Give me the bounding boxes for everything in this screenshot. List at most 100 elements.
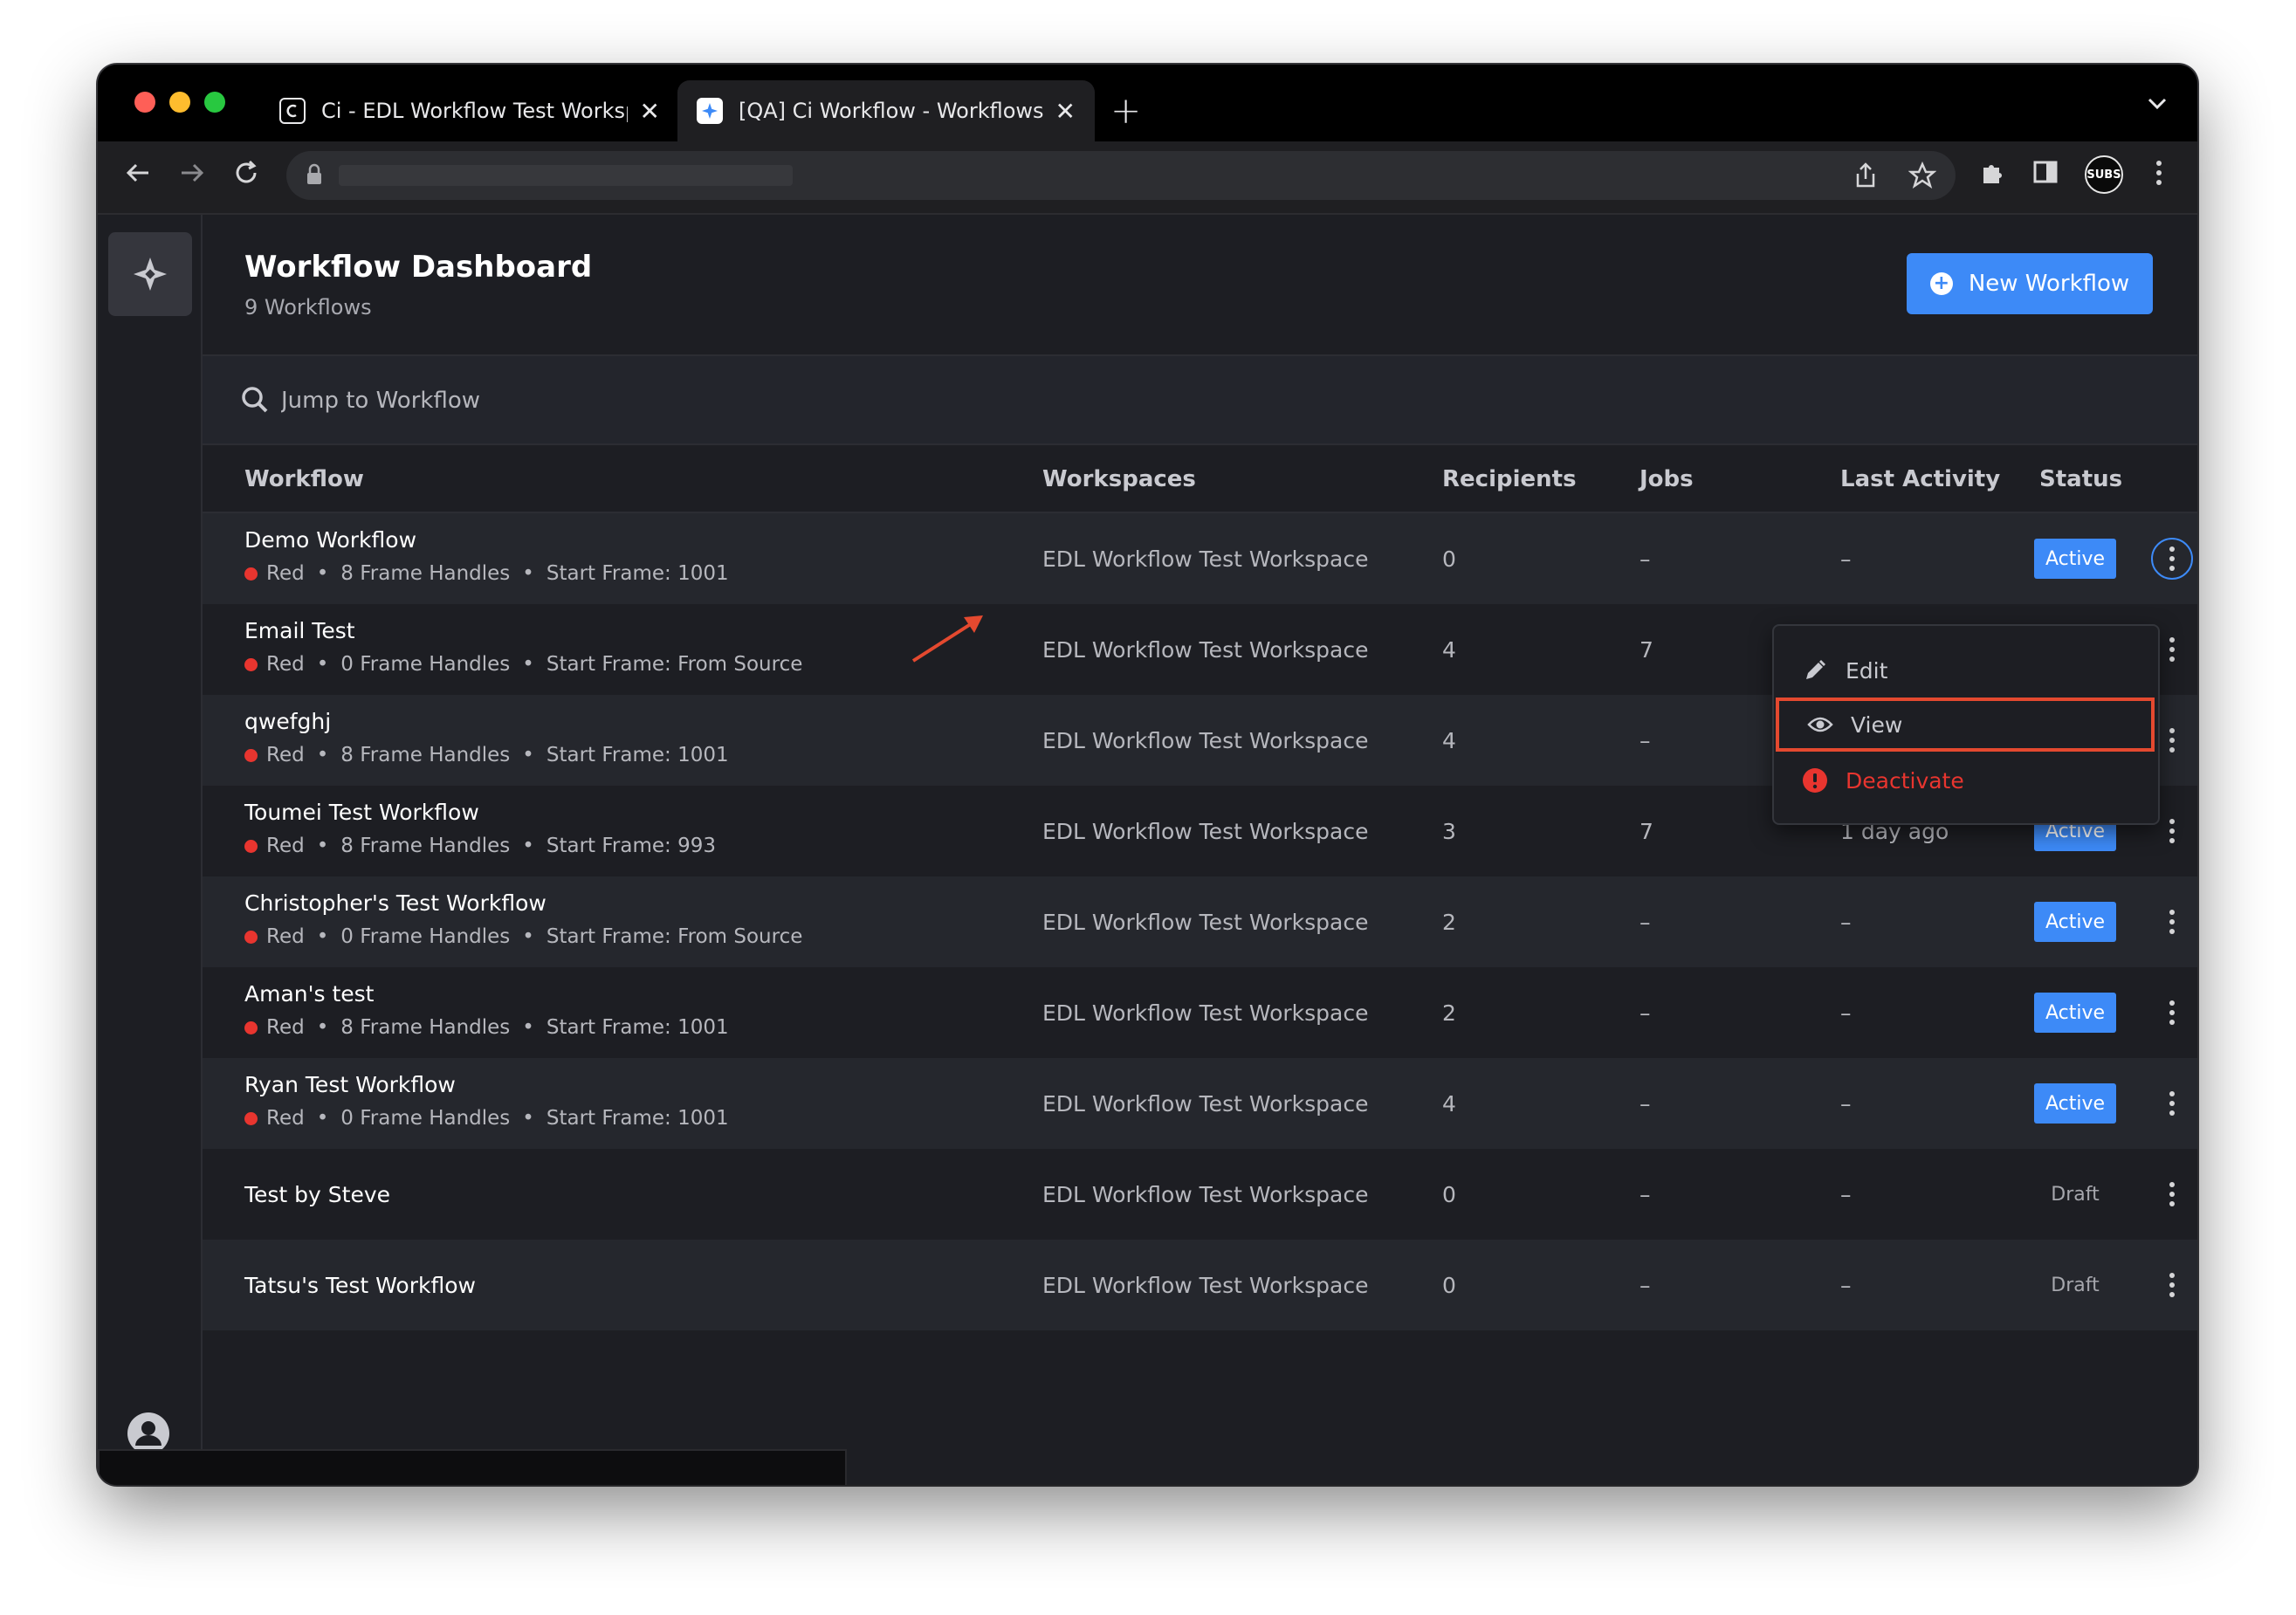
annotation-arrow-icon <box>910 612 988 668</box>
url-text <box>339 165 793 186</box>
workflow-count: 9 Workflows <box>244 295 372 320</box>
color-dot-icon <box>244 567 258 581</box>
close-window-button[interactable] <box>134 92 155 113</box>
search-icon <box>241 386 269 417</box>
table-row[interactable]: Test by Steve EDL Workflow Test Workspac… <box>203 1149 2197 1240</box>
workspace-cell: EDL Workflow Test Workspace <box>1042 819 1369 844</box>
app-logo-icon[interactable] <box>108 232 192 316</box>
workspace-cell: EDL Workflow Test Workspace <box>1042 1182 1369 1207</box>
back-arrow-icon[interactable] <box>122 157 154 196</box>
last-activity-cell: – <box>1840 1273 1852 1298</box>
star-icon[interactable] <box>1908 161 1937 193</box>
row-menu-button[interactable] <box>2155 632 2189 667</box>
column-header-workflow[interactable]: Workflow <box>244 466 364 492</box>
address-bar[interactable] <box>286 151 1956 200</box>
tab-ci-workflow[interactable]: [QA] Ci Workflow - Workflows ✕ <box>677 80 1095 141</box>
table-row[interactable]: Ryan Test Workflow Red • 0 Frame Handles •… <box>203 1058 2197 1149</box>
workflow-meta: Red • 8 Frame Handles • Start Frame: 1001 <box>244 744 729 766</box>
workspace-cell: EDL Workflow Test Workspace <box>1042 546 1369 572</box>
reload-icon[interactable] <box>230 157 262 196</box>
table-row[interactable]: Demo Workflow Red • 8 Frame Handles • Star… <box>203 513 2197 604</box>
column-header-recipients[interactable]: Recipients <box>1442 466 1577 492</box>
status-badge: Active <box>2034 539 2116 579</box>
jobs-cell: – <box>1640 546 1651 572</box>
share-icon[interactable] <box>1853 162 1879 193</box>
workflow-name[interactable]: Christopher's Test Workflow <box>244 890 547 916</box>
alert-icon <box>1802 767 1828 794</box>
chevron-down-icon[interactable] <box>2147 91 2168 117</box>
tab-ci-workspace[interactable]: Ci - EDL Workflow Test Workspace ✕ <box>260 80 679 141</box>
lock-icon <box>306 163 323 189</box>
new-workflow-button[interactable]: + New Workflow <box>1907 253 2153 314</box>
jobs-cell: – <box>1640 910 1651 935</box>
app-content: Workflow Dashboard 9 Workflows + New Wor… <box>98 215 2197 1485</box>
close-icon[interactable]: ✕ <box>1055 97 1076 126</box>
browser-menu-icon[interactable] <box>2155 159 2163 194</box>
jobs-cell: – <box>1640 1182 1651 1207</box>
new-tab-button[interactable]: + <box>1110 89 1141 132</box>
recipients-cell: 3 <box>1442 819 1456 844</box>
search-input[interactable] <box>279 381 981 421</box>
status-badge: Draft <box>2051 1274 2100 1296</box>
column-header-workspaces[interactable]: Workspaces <box>1042 466 1196 492</box>
workflow-name[interactable]: Aman's test <box>244 981 374 1007</box>
status-badge: Draft <box>2051 1183 2100 1206</box>
close-icon[interactable]: ✕ <box>640 97 660 126</box>
workflow-name[interactable]: Toumei Test Workflow <box>244 800 479 825</box>
workspace-cell: EDL Workflow Test Workspace <box>1042 728 1369 753</box>
row-menu-button[interactable] <box>2155 814 2189 849</box>
workspace-cell: EDL Workflow Test Workspace <box>1042 1091 1369 1117</box>
recipients-cell: 0 <box>1442 1182 1456 1207</box>
workflow-name[interactable]: Demo Workflow <box>244 527 416 553</box>
row-menu-button[interactable] <box>2155 1268 2189 1302</box>
row-menu-button[interactable] <box>2155 904 2189 939</box>
zoom-window-button[interactable] <box>204 92 225 113</box>
row-menu-button[interactable] <box>2155 723 2189 758</box>
column-header-jobs[interactable]: Jobs <box>1640 466 1694 492</box>
browser-window: Ci - EDL Workflow Test Workspace ✕ [QA] … <box>98 65 2197 1485</box>
row-menu-button[interactable] <box>2155 1177 2189 1212</box>
recipients-cell: 2 <box>1442 1000 1456 1026</box>
row-menu-button[interactable] <box>2155 995 2189 1030</box>
color-dot-icon <box>244 1111 258 1125</box>
color-dot-icon <box>244 657 258 671</box>
column-header-status[interactable]: Status <box>2039 466 2122 492</box>
workflow-name[interactable]: Test by Steve <box>244 1182 390 1207</box>
row-menu-button[interactable] <box>2155 1086 2189 1121</box>
recipients-cell: 2 <box>1442 910 1456 935</box>
workspace-cell: EDL Workflow Test Workspace <box>1042 637 1369 663</box>
color-dot-icon <box>244 1021 258 1034</box>
column-header-last-activity[interactable]: Last Activity <box>1840 466 2000 492</box>
last-activity-cell: – <box>1840 1182 1852 1207</box>
pencil-icon <box>1802 658 1828 683</box>
table-row[interactable]: Christopher's Test Workflow Red • 0 Frame… <box>203 876 2197 967</box>
tab-title: [QA] Ci Workflow - Workflows <box>739 99 1043 123</box>
side-panel-icon[interactable] <box>2032 159 2059 192</box>
workflow-meta: Red • 8 Frame Handles • Start Frame: 993 <box>244 835 716 857</box>
menu-item-edit[interactable]: Edit <box>1774 643 2158 698</box>
workflow-name[interactable]: Email Test <box>244 618 355 643</box>
extensions-puzzle-icon[interactable] <box>1978 159 2006 194</box>
table-row[interactable]: Tatsu's Test Workflow EDL Workflow Test … <box>203 1240 2197 1330</box>
menu-item-deactivate[interactable]: Deactivate <box>1774 753 2158 808</box>
workspace-cell: EDL Workflow Test Workspace <box>1042 1273 1369 1298</box>
minimize-window-button[interactable] <box>169 92 190 113</box>
plus-circle-icon: + <box>1929 272 1953 295</box>
profile-avatar[interactable]: SUBS <box>2085 155 2123 194</box>
workflow-name[interactable]: qwefghj <box>244 709 331 734</box>
workflow-name[interactable]: Tatsu's Test Workflow <box>244 1273 476 1298</box>
row-menu-button[interactable] <box>2151 538 2193 580</box>
status-badge: Active <box>2034 902 2116 942</box>
eye-icon <box>1807 716 1833 733</box>
page-title: Workflow Dashboard <box>244 250 593 285</box>
sidebar <box>98 215 203 1485</box>
forward-arrow-icon[interactable] <box>176 157 208 196</box>
color-dot-icon <box>244 930 258 944</box>
workflow-name[interactable]: Ryan Test Workflow <box>244 1072 456 1097</box>
main-panel: Workflow Dashboard 9 Workflows + New Wor… <box>203 215 2197 1485</box>
menu-item-view[interactable]: View <box>1776 698 2155 752</box>
table-row[interactable]: Aman's test Red • 8 Frame Handles • Start … <box>203 967 2197 1058</box>
recipients-cell: 4 <box>1442 728 1456 753</box>
jobs-cell: – <box>1640 728 1651 753</box>
jobs-cell: 7 <box>1640 637 1653 663</box>
